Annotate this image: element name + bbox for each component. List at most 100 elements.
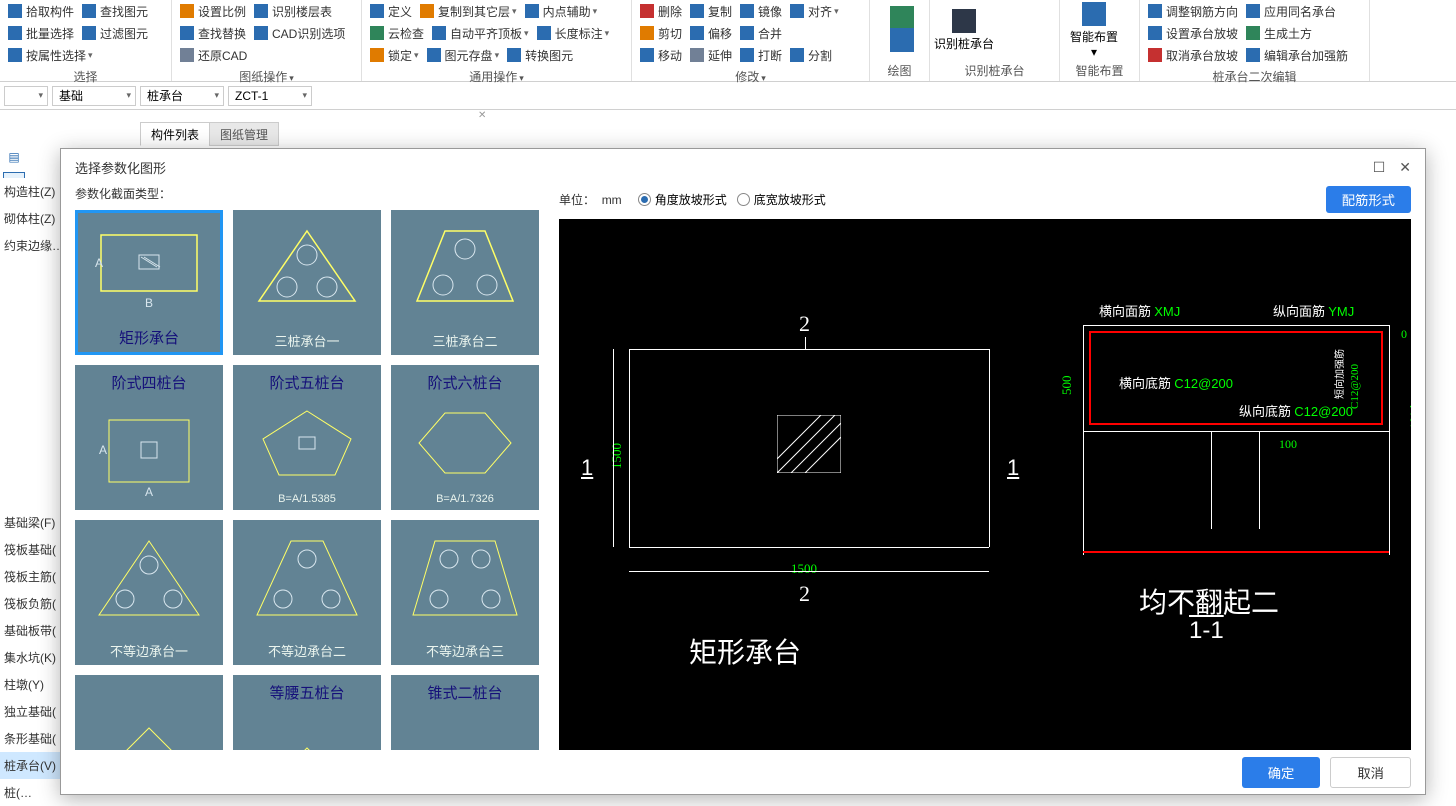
dim-10d[interactable]: 10*d (1407, 405, 1411, 429)
sidebar-item[interactable]: 条形基础( (0, 725, 60, 752)
set-scale-button[interactable]: 设置比例 (176, 0, 250, 22)
sidebar-item[interactable]: 筏板负筋( (0, 590, 60, 617)
sidebar-item[interactable]: 筏板主筋( (0, 563, 60, 590)
dim-1500-v[interactable]: 1500 (609, 443, 625, 469)
tab-component-list[interactable]: 构件列表 (140, 122, 210, 146)
sidebar-item[interactable]: 桩(… (0, 779, 60, 806)
sidebar-item[interactable]: 筏板基础( (0, 536, 60, 563)
lock-button[interactable]: 锁定▾ (366, 44, 423, 66)
copy-button[interactable]: 复制 (686, 0, 736, 22)
filter-element-button[interactable]: 过滤图元 (78, 22, 152, 44)
set-slope-button[interactable]: 设置承台放坡 (1144, 22, 1242, 44)
mirror-button[interactable]: 镜像 (736, 0, 786, 22)
shape-step-6[interactable]: 阶式六桩台 B=A/1.7326 (391, 365, 539, 510)
close-icon[interactable]: ✕ (478, 110, 486, 121)
combo-1[interactable] (4, 86, 48, 106)
find-replace-button[interactable]: 查找替换 (176, 22, 250, 44)
undo-icon (180, 48, 194, 62)
shape-partial-1[interactable] (75, 675, 223, 750)
maximize-icon[interactable]: ☐ (1373, 159, 1386, 176)
sidebar-item[interactable]: 基础板带( (0, 617, 60, 644)
cancel-slope-button[interactable]: 取消承台放坡 (1144, 44, 1242, 66)
close-icon[interactable]: ✕ (1399, 159, 1411, 176)
merge-button[interactable]: 合并 (736, 22, 786, 44)
shape-unequal-1[interactable]: 不等边承台一 (75, 520, 223, 665)
dim-100[interactable]: 100 (1279, 437, 1297, 452)
draw-line-button[interactable] (886, 30, 922, 52)
shape-three-pile-1[interactable]: 三桩承台一 (233, 210, 381, 355)
sidebar-item[interactable]: 约束边缘… (0, 232, 60, 259)
rebar-form-button[interactable]: 配筋形式 (1326, 186, 1411, 213)
shape-unequal-3[interactable]: 不等边承台三 (391, 520, 539, 665)
ok-button[interactable]: 确定 (1242, 757, 1321, 788)
pick-component-button[interactable]: 拾取构件 (4, 0, 78, 22)
break-button[interactable]: 打断 (736, 44, 786, 66)
offset-button[interactable]: 偏移 (686, 22, 736, 44)
length-annotate-button[interactable]: 长度标注▾ (533, 22, 614, 44)
ribbon-group-modify: 删除 复制 镜像 对齐▾ 剪切 偏移 合并 移动 延伸 打断 分割 修改▾ (632, 0, 870, 81)
left-title: 矩形承台 (689, 631, 801, 671)
delete-button[interactable]: 删除 (636, 0, 686, 22)
sidebar-item[interactable]: 集水坑(K) (0, 644, 60, 671)
shape-step-5[interactable]: 阶式五桩台 B=A/1.5385 (233, 365, 381, 510)
sidebar-item-active[interactable]: 桩承台(V) (0, 752, 60, 779)
apply-same-cap-button[interactable]: 应用同名承台 (1242, 0, 1340, 22)
marker-2-bot: 2 (799, 581, 810, 607)
radio-width-slope[interactable]: 底宽放坡形式 (737, 191, 826, 208)
identify-cap-button[interactable]: 识别桩承台 (934, 0, 994, 60)
radio-angle-slope[interactable]: 角度放坡形式 (638, 191, 727, 208)
point-assist-button[interactable]: 内点辅助▾ (521, 0, 602, 22)
convert-element-button[interactable]: 转换图元 (503, 44, 577, 66)
shape-three-pile-2[interactable]: 三桩承台二 (391, 210, 539, 355)
find-element-button[interactable]: 查找图元 (78, 0, 152, 22)
scale-icon (180, 4, 194, 18)
ribbon-group-drawing: 设置比例 识别楼层表 查找替换 CAD识别选项 还原CAD 图纸操作▾ (172, 0, 362, 81)
sidebar-item[interactable]: 独立基础( (0, 698, 60, 725)
identify-floor-button[interactable]: 识别楼层表 (250, 0, 336, 22)
copy-to-layer-button[interactable]: 复制到其它层▾ (416, 0, 521, 22)
dim-1500-h[interactable]: 1500 (791, 561, 817, 577)
dialog-right-panel: 单位： mm 角度放坡形式 底宽放坡形式 配筋形式 2 1 1 2 矩形承台 (559, 185, 1411, 750)
define-button[interactable]: 定义 (366, 0, 416, 22)
shape-rect-cap[interactable]: BA 矩形承台 (75, 210, 223, 355)
align-top-button[interactable]: 自动平齐顶板▾ (428, 22, 533, 44)
draw-point-button[interactable] (886, 8, 922, 30)
lock-icon (370, 48, 384, 62)
dim-500[interactable]: 500 (1059, 376, 1075, 396)
cut-button[interactable]: 剪切 (636, 22, 686, 44)
batch-select-button[interactable]: 批量选择 (4, 22, 78, 44)
combo-type[interactable]: 桩承台 (140, 86, 224, 106)
sidebar-item[interactable]: 基础梁(F) (0, 509, 60, 536)
sidebar-item[interactable]: 砌体柱(Z) (0, 205, 60, 232)
restore-cad-button[interactable]: 还原CAD (176, 44, 251, 66)
combo-name[interactable]: ZCT-1 (228, 86, 312, 106)
shape-label: 三桩承台一 (234, 327, 380, 354)
align-button[interactable]: 对齐▾ (786, 0, 843, 22)
cad-options-button[interactable]: CAD识别选项 (250, 22, 349, 44)
cloud-check-button[interactable]: 云检查 (366, 22, 428, 44)
shape-step-4[interactable]: 阶式四桩台 AA (75, 365, 223, 510)
replace-icon (180, 26, 194, 40)
nav-btn-1[interactable]: ▤ (3, 146, 25, 168)
smart-layout-button[interactable]: 智能布置 ▾ (1064, 0, 1124, 60)
sidebar-item[interactable]: 构造柱(Z) (0, 178, 60, 205)
short-val[interactable]: C12@200 (1349, 364, 1361, 409)
select-by-property-button[interactable]: 按属性选择▾ (4, 44, 97, 66)
save-element-button[interactable]: 图元存盘▾ (423, 44, 504, 66)
extend-button[interactable]: 延伸 (686, 44, 736, 66)
combo-category[interactable]: 基础 (52, 86, 136, 106)
adjust-rebar-button[interactable]: 调整钢筋方向 (1144, 0, 1242, 22)
cancel-button[interactable]: 取消 (1330, 757, 1411, 788)
tab-drawing-manage[interactable]: 图纸管理 (209, 122, 279, 146)
split-button[interactable]: 分割 (786, 44, 836, 66)
gen-earth-button[interactable]: 生成土方 (1242, 22, 1316, 44)
sidebar-item[interactable]: 柱墩(Y) (0, 671, 60, 698)
shape-cone-2[interactable]: 锥式二桩台 (391, 675, 539, 750)
shape-unequal-2[interactable]: 不等边承台二 (233, 520, 381, 665)
preview-viewport[interactable]: 2 1 1 2 矩形承台 1500 1500 横向面筋 XMJ 纵向面筋 (559, 219, 1411, 750)
move-icon (640, 48, 654, 62)
dim-0[interactable]: 0 (1401, 327, 1407, 342)
shape-iso-5[interactable]: 等腰五桩台 B (233, 675, 381, 750)
move-button[interactable]: 移动 (636, 44, 686, 66)
edit-strength-button[interactable]: 编辑承台加强筋 (1242, 44, 1352, 66)
